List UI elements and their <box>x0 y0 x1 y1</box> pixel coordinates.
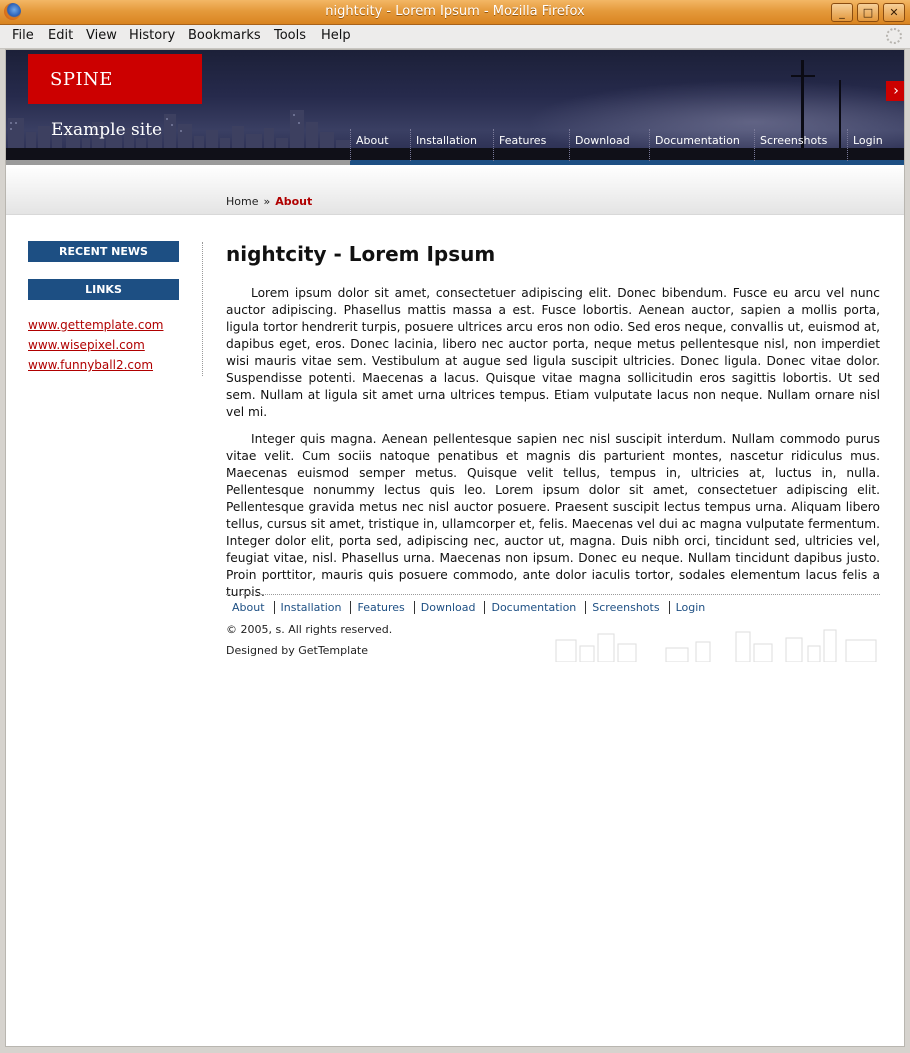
menu-file[interactable]: File <box>12 28 34 43</box>
page-viewport: SPINE Example site › About Installation … <box>5 49 905 1047</box>
maximize-button[interactable]: □ <box>857 3 879 22</box>
links-heading: LINKS <box>28 279 179 300</box>
breadcrumb-separator: » <box>263 195 271 208</box>
footer-divider <box>226 594 880 595</box>
nav-about[interactable]: About <box>350 129 410 161</box>
page-title: nightcity - Lorem Ipsum <box>226 242 496 266</box>
logo[interactable]: SPINE <box>28 54 202 104</box>
breadcrumb-home[interactable]: Home <box>226 195 258 208</box>
nav-documentation[interactable]: Documentation <box>649 129 754 161</box>
sidebar-link-funnyball2[interactable]: www.funnyball2.com <box>28 357 180 374</box>
sidebar-divider <box>202 242 204 376</box>
minimize-button[interactable]: _ <box>831 3 853 22</box>
footer-nav-login[interactable]: Login <box>668 601 712 614</box>
menu-view[interactable]: View <box>86 28 117 43</box>
window-titlebar: nightcity - Lorem Ipsum - Mozilla Firefo… <box>0 0 910 25</box>
power-pole-arm <box>791 75 815 77</box>
designed-by: Designed by GetTemplate <box>226 644 369 657</box>
menu-help[interactable]: Help <box>321 28 351 43</box>
footer-nav-installation[interactable]: Installation <box>273 601 348 614</box>
site-name: Example site <box>51 120 163 140</box>
footer-nav-screenshots[interactable]: Screenshots <box>585 601 665 614</box>
throbber-icon <box>886 28 902 44</box>
nav-screenshots[interactable]: Screenshots <box>754 129 847 161</box>
sidebar: RECENT NEWS LINKS www.gettemplate.com ww… <box>28 241 180 377</box>
breadcrumb-band: Home » About <box>6 165 904 215</box>
paragraph: Integer quis magna. Aenean pellentesque … <box>226 432 880 599</box>
window-title: nightcity - Lorem Ipsum - Mozilla Firefo… <box>325 4 585 19</box>
footer-nav-download[interactable]: Download <box>413 601 482 614</box>
nav-installation[interactable]: Installation <box>410 129 493 161</box>
nav-features[interactable]: Features <box>493 129 569 161</box>
nav-login[interactable]: Login <box>847 129 904 161</box>
chevron-right-icon[interactable]: › <box>886 81 904 101</box>
breadcrumb: Home » About <box>226 195 312 208</box>
copyright: © 2005, s. All rights reserved. <box>226 623 393 636</box>
sidebar-link-wisepixel[interactable]: www.wisepixel.com <box>28 337 180 354</box>
footer-nav-documentation[interactable]: Documentation <box>484 601 582 614</box>
main-content: nightcity - Lorem Ipsum Lorem ipsum dolo… <box>226 242 880 601</box>
site-header: SPINE Example site › About Installation … <box>6 50 904 165</box>
paragraph: Lorem ipsum dolor sit amet, consectetuer… <box>226 286 880 419</box>
menu-edit[interactable]: Edit <box>48 28 73 43</box>
close-button[interactable]: ✕ <box>883 3 905 22</box>
nav-download[interactable]: Download <box>569 129 649 161</box>
menu-history[interactable]: History <box>129 28 175 43</box>
menu-tools[interactable]: Tools <box>274 28 306 43</box>
footer-skyline-icon <box>555 629 877 662</box>
menu-bar: File Edit View History Bookmarks Tools H… <box>0 25 910 49</box>
footer-nav: About Installation Features Download Documen… <box>226 601 711 614</box>
links-list: www.gettemplate.com www.wisepixel.com ww… <box>28 317 180 374</box>
sidebar-link-gettemplate[interactable]: www.gettemplate.com <box>28 317 180 334</box>
menu-bookmarks[interactable]: Bookmarks <box>188 28 261 43</box>
breadcrumb-current: About <box>275 195 313 208</box>
logo-text: SPINE <box>50 69 113 90</box>
footer-nav-about[interactable]: About <box>226 601 271 614</box>
recent-news-heading: RECENT NEWS <box>28 241 179 262</box>
footer-nav-features[interactable]: Features <box>350 601 410 614</box>
